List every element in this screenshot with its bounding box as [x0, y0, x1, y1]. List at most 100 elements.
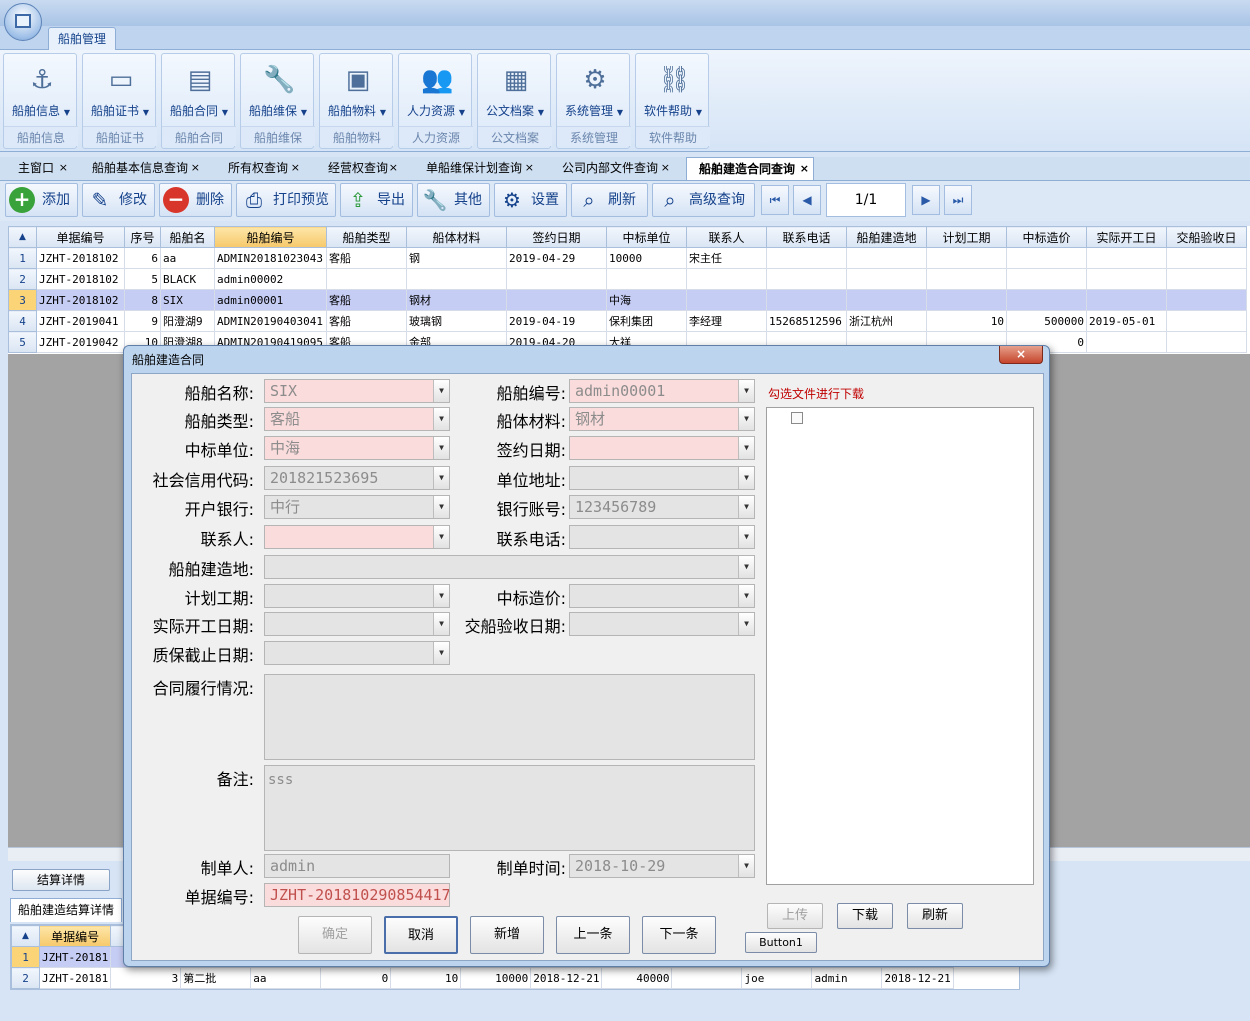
- next-page-button[interactable]: ▶: [912, 185, 940, 215]
- column-header[interactable]: 中标单位: [606, 226, 687, 248]
- table-cell[interactable]: JZHT-2018102: [36, 268, 125, 290]
- chevron-down-icon[interactable]: ▼: [433, 467, 449, 489]
- field-doc_no[interactable]: JZHT-201810290854417: [264, 883, 450, 907]
- row-number[interactable]: 2: [11, 967, 40, 989]
- tab-settlement-detail[interactable]: 船舶建造结算详情: [10, 898, 122, 922]
- table-cell[interactable]: [1166, 310, 1247, 332]
- table-cell[interactable]: [506, 289, 607, 311]
- table-cell[interactable]: aa: [160, 247, 215, 269]
- ribbon-button-label[interactable]: 船舶物料 ▼: [320, 102, 394, 119]
- table-row[interactable]: 4 JZHT-2019041 9 阳澄湖9 ADMIN20190403041 客船 玻璃钢 2…: [8, 310, 1247, 332]
- table-cell[interactable]: admin00001: [214, 289, 327, 311]
- print-preview-button[interactable]: ⎙ 打印预览: [236, 183, 336, 217]
- table-cell[interactable]: [1006, 247, 1087, 269]
- table-cell[interactable]: 2019-05-01: [1086, 310, 1167, 332]
- other-button[interactable]: 🔧 其他: [417, 183, 490, 217]
- button1[interactable]: Button1: [745, 932, 817, 953]
- table-row[interactable]: 2 JZHT-20181 3 第二批 aa 0 10 10000 2018-12-21 40000…: [11, 967, 954, 989]
- ribbon-group-2[interactable]: ▤ 船舶合同 ▼ 船舶合同: [161, 53, 236, 149]
- column-header[interactable]: 联系电话: [766, 226, 847, 248]
- table-row[interactable]: 3 JZHT-2018102 8 SIX admin00001 客船 钢材 中海: [8, 289, 1247, 311]
- table-cell[interactable]: 中海: [606, 289, 687, 311]
- field-period[interactable]: ▼: [264, 584, 450, 608]
- table-cell[interactable]: 保利集团: [606, 310, 687, 332]
- tab-doc-1[interactable]: 船舶基本信息查询 ×: [80, 157, 204, 180]
- ribbon-tab-ship-management[interactable]: 船舶管理: [48, 27, 116, 51]
- row-number[interactable]: 3: [8, 289, 37, 311]
- field-make_time[interactable]: 2018-10-29 ▼: [569, 854, 755, 878]
- column-header[interactable]: 实际开工日: [1086, 226, 1167, 248]
- table-cell[interactable]: [1006, 289, 1087, 311]
- add-button[interactable]: + 添加: [5, 183, 78, 217]
- settings-button[interactable]: ⚙ 设置: [494, 183, 567, 217]
- table-cell[interactable]: [766, 247, 847, 269]
- table-cell[interactable]: ADMIN20190403041: [214, 310, 327, 332]
- field-start[interactable]: ▼: [264, 612, 450, 636]
- table-cell[interactable]: [686, 268, 767, 290]
- table-cell[interactable]: [926, 268, 1007, 290]
- chevron-down-icon[interactable]: ▼: [433, 496, 449, 518]
- download-button[interactable]: 下载: [837, 903, 893, 929]
- column-header[interactable]: 单据编号: [38, 925, 112, 947]
- chevron-down-icon[interactable]: ▼: [738, 526, 754, 548]
- table-cell[interactable]: 李经理: [686, 310, 767, 332]
- row-number[interactable]: 2: [8, 268, 37, 290]
- table-cell[interactable]: 玻璃钢: [406, 310, 507, 332]
- table-cell[interactable]: [1086, 268, 1167, 290]
- table-cell[interactable]: 9: [124, 310, 161, 332]
- chevron-down-icon[interactable]: ▼: [738, 380, 754, 402]
- field-account[interactable]: 123456789 ▼: [569, 495, 755, 519]
- table-cell[interactable]: [506, 268, 607, 290]
- table-cell[interactable]: [671, 967, 743, 989]
- column-header[interactable]: 单据编号: [36, 226, 125, 248]
- advanced-query-button[interactable]: ⌕ 高级查询: [652, 183, 755, 217]
- table-cell[interactable]: 客船: [326, 289, 407, 311]
- chevron-down-icon[interactable]: ▼: [738, 585, 754, 607]
- delete-button[interactable]: − 删除: [159, 183, 232, 217]
- table-cell[interactable]: 钢: [406, 247, 507, 269]
- chevron-down-icon[interactable]: ▼: [433, 642, 449, 664]
- close-icon[interactable]: ×: [661, 157, 670, 179]
- chevron-down-icon[interactable]: ▼: [738, 408, 754, 430]
- table-cell[interactable]: JZHT-20181: [38, 967, 112, 989]
- table-cell[interactable]: [926, 247, 1007, 269]
- row-number[interactable]: 4: [8, 310, 37, 332]
- table-cell[interactable]: [846, 289, 927, 311]
- ribbon-button-label[interactable]: 船舶维保 ▼: [241, 102, 315, 119]
- field-ship_no[interactable]: admin00001 ▼: [569, 379, 755, 403]
- close-icon[interactable]: ×: [389, 157, 398, 179]
- upload-button[interactable]: 上传: [767, 903, 823, 929]
- table-cell[interactable]: JZHT-2018102: [36, 247, 125, 269]
- field-warranty[interactable]: ▼: [264, 641, 450, 665]
- column-header[interactable]: 中标造价: [1006, 226, 1087, 248]
- chevron-down-icon[interactable]: ▼: [433, 585, 449, 607]
- field-ship_name[interactable]: SIX ▼: [264, 379, 450, 403]
- table-cell[interactable]: 2018-12-21: [530, 967, 603, 989]
- tab-doc-0[interactable]: 主窗口 ×: [6, 157, 72, 180]
- export-button[interactable]: ⇪ 导出: [340, 183, 413, 217]
- column-header[interactable]: 签约日期: [506, 226, 607, 248]
- table-cell[interactable]: 阳澄湖9: [160, 310, 215, 332]
- table-cell[interactable]: aa: [250, 967, 322, 989]
- field-contact[interactable]: ▼: [264, 525, 450, 549]
- chevron-down-icon[interactable]: ▼: [433, 526, 449, 548]
- table-cell[interactable]: [406, 268, 507, 290]
- new-button[interactable]: 新增: [470, 916, 544, 954]
- cancel-button[interactable]: 取消: [384, 916, 458, 954]
- table-cell[interactable]: [846, 247, 927, 269]
- app-menu-orb-icon[interactable]: [4, 3, 42, 41]
- table-cell[interactable]: 10000: [460, 967, 532, 989]
- file-refresh-button[interactable]: 刷新: [907, 903, 963, 929]
- ribbon-group-8[interactable]: ⛓ 软件帮助 ▼ 软件帮助: [635, 53, 710, 149]
- field-build_place[interactable]: ▼: [264, 555, 755, 579]
- chevron-down-icon[interactable]: ▼: [433, 613, 449, 635]
- ribbon-button-label[interactable]: 公文档案 ▼: [478, 102, 552, 119]
- ribbon-button-label[interactable]: 船舶证书 ▼: [83, 102, 157, 119]
- table-cell[interactable]: 2019-04-19: [506, 310, 607, 332]
- field-delivery[interactable]: ▼: [569, 612, 755, 636]
- ribbon-button-label[interactable]: 船舶信息 ▼: [4, 102, 78, 119]
- table-cell[interactable]: 8: [124, 289, 161, 311]
- last-page-button[interactable]: ⏭: [944, 185, 972, 215]
- table-cell[interactable]: [926, 289, 1007, 311]
- table-cell[interactable]: [606, 268, 687, 290]
